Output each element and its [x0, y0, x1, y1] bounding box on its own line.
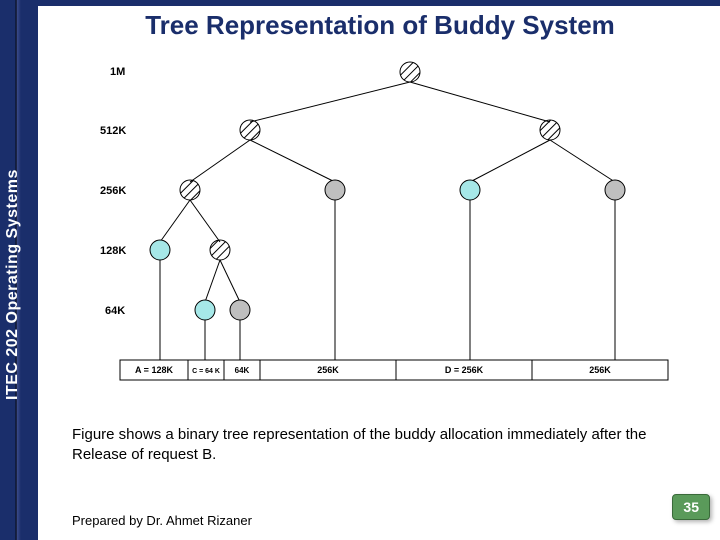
node-l3-b: [210, 240, 230, 260]
footer-credit: Prepared by Dr. Ahmet Rizaner: [72, 513, 252, 528]
level-label-512k: 512K: [100, 125, 126, 137]
memory-bar: A = 128K C = 64 K 64K 256K D = 256K 256K: [120, 360, 668, 380]
top-accent-bar: [0, 0, 720, 6]
left-accent-bar: ITEC 202 Operating Systems: [0, 0, 38, 540]
page-number-badge: 35: [672, 494, 710, 520]
node-l4-a: [195, 300, 215, 320]
node-l2-a: [180, 180, 200, 200]
mem-label-64k: 64K: [235, 366, 250, 375]
node-l1-right: [540, 120, 560, 140]
level-label-1m: 1M: [110, 66, 125, 78]
mem-label-256k-2: 256K: [589, 365, 611, 375]
mem-label-256k-1: 256K: [317, 365, 339, 375]
node-l2-d: [605, 180, 625, 200]
node-l2-c: [460, 180, 480, 200]
node-l2-b: [325, 180, 345, 200]
buddy-tree-diagram: 1M 512K 256K 128K 64K: [50, 60, 690, 410]
node-root: [400, 62, 420, 82]
tree-nodes: [150, 62, 625, 320]
level-label-256k: 256K: [100, 185, 126, 197]
level-label-128k: 128K: [100, 245, 126, 257]
mem-label-a: A = 128K: [135, 365, 173, 375]
level-label-64k: 64K: [105, 305, 125, 317]
course-code-label: ITEC 202 Operating Systems: [4, 169, 22, 400]
node-l1-left: [240, 120, 260, 140]
figure-caption: Figure shows a binary tree representatio…: [72, 425, 690, 464]
tree-svg: A = 128K C = 64 K 64K 256K D = 256K 256K: [50, 60, 690, 410]
node-l4-b: [230, 300, 250, 320]
mem-label-c: C = 64 K: [192, 368, 220, 375]
node-l3-a: [150, 240, 170, 260]
mem-label-d: D = 256K: [445, 365, 484, 375]
slide-title: Tree Representation of Buddy System: [50, 10, 710, 41]
